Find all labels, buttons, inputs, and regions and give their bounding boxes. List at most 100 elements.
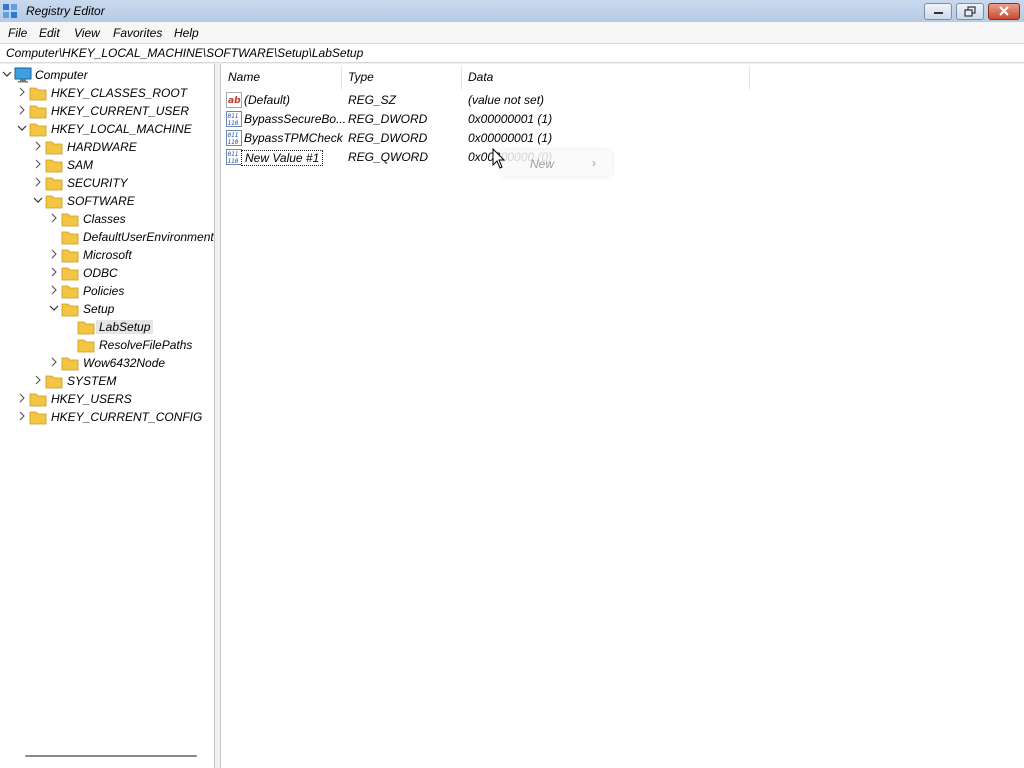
menu-help[interactable]: Help bbox=[174, 26, 199, 40]
tree-item-hkey-local-machine[interactable]: HKEY_LOCAL_MACHINE bbox=[0, 120, 210, 138]
svg-text:011: 011 bbox=[228, 113, 239, 120]
tree-item-hkey-current-config[interactable]: HKEY_CURRENT_CONFIG bbox=[0, 408, 210, 426]
value-row[interactable]: ab (Default) REG_SZ (value not set) bbox=[226, 91, 786, 110]
chevron-right-icon[interactable] bbox=[49, 267, 59, 277]
tree-item-setup[interactable]: Setup bbox=[0, 300, 214, 318]
menu-favorites[interactable]: Favorites bbox=[113, 26, 162, 40]
svg-text:110: 110 bbox=[228, 139, 239, 146]
chevron-right-icon[interactable] bbox=[33, 375, 43, 385]
chevron-right-icon[interactable] bbox=[33, 159, 43, 169]
tree-item-defaultuserenvironment[interactable]: DefaultUserEnvironment bbox=[0, 228, 214, 246]
chevron-right-icon[interactable] bbox=[33, 177, 43, 187]
chevron-right-icon[interactable] bbox=[49, 249, 59, 259]
column-header-data[interactable]: Data bbox=[468, 70, 493, 84]
value-data: (value not set) bbox=[468, 93, 545, 107]
menu-file[interactable]: File bbox=[8, 26, 27, 40]
chevron-right-icon[interactable] bbox=[33, 141, 43, 151]
chevron-right-icon[interactable] bbox=[49, 357, 59, 367]
value-row[interactable]: 011 110 BypassTPMCheck REG_DWORD 0x00000… bbox=[226, 129, 786, 148]
computer-icon bbox=[14, 67, 32, 83]
value-data: 0x00000001 (1) bbox=[468, 131, 553, 145]
window-title: Registry Editor bbox=[26, 4, 105, 18]
folder-open-icon bbox=[77, 321, 95, 335]
column-header-name[interactable]: Name bbox=[228, 70, 260, 84]
value-name: BypassTPMCheck bbox=[244, 131, 343, 145]
folder-icon bbox=[61, 213, 79, 227]
chevron-down-icon[interactable] bbox=[33, 195, 43, 205]
value-data: 0x00000001 (1) bbox=[468, 112, 553, 126]
chevron-right-icon[interactable] bbox=[17, 87, 27, 97]
chevron-down-icon[interactable] bbox=[17, 123, 27, 133]
column-header-type[interactable]: Type bbox=[348, 70, 374, 84]
string-value-icon: ab bbox=[226, 92, 242, 108]
close-icon bbox=[999, 6, 1009, 16]
tree-label: SYSTEM bbox=[67, 374, 117, 388]
tree-item-sam[interactable]: SAM bbox=[0, 156, 210, 174]
folder-icon bbox=[45, 375, 63, 389]
tree-label: SAM bbox=[67, 158, 94, 172]
tree-label: HKEY_CURRENT_USER bbox=[51, 104, 190, 118]
folder-icon bbox=[29, 411, 47, 425]
menu-view[interactable]: View bbox=[74, 26, 100, 40]
folder-icon bbox=[29, 123, 47, 137]
folder-icon bbox=[61, 231, 79, 245]
tree-label: HKEY_CLASSES_ROOT bbox=[51, 86, 188, 100]
address-bar[interactable]: Computer\HKEY_LOCAL_MACHINE\SOFTWARE\Set… bbox=[0, 43, 1024, 63]
tree-item-hkey-classes-root[interactable]: HKEY_CLASSES_ROOT bbox=[0, 84, 210, 102]
tree-item-odbc[interactable]: ODBC bbox=[0, 264, 214, 282]
value-name-edit-input[interactable]: New Value #1 bbox=[241, 150, 324, 166]
key-tree[interactable]: Computer HKEY_CLASSES_ROOT HKEY_CURRENT_… bbox=[0, 64, 215, 768]
minimize-button[interactable] bbox=[924, 3, 952, 20]
value-type: REG_DWORD bbox=[348, 112, 428, 126]
context-menu-new[interactable]: New bbox=[530, 157, 554, 171]
column-separator[interactable] bbox=[341, 66, 342, 90]
tree-label: HKEY_USERS bbox=[51, 392, 132, 406]
restore-button[interactable] bbox=[956, 3, 984, 20]
chevron-right-icon[interactable] bbox=[17, 411, 27, 421]
value-name: (Default) bbox=[244, 93, 291, 107]
value-row[interactable]: 011 110 BypassSecureBo... REG_DWORD 0x00… bbox=[226, 110, 786, 129]
tree-item-wow6432node[interactable]: Wow6432Node bbox=[0, 354, 214, 372]
tree-item-classes[interactable]: Classes bbox=[0, 210, 214, 228]
svg-text:ab: ab bbox=[228, 96, 241, 106]
chevron-down-icon[interactable] bbox=[2, 69, 12, 79]
chevron-right-icon[interactable] bbox=[17, 105, 27, 115]
tree-item-hardware[interactable]: HARDWARE bbox=[0, 138, 210, 156]
folder-icon bbox=[77, 339, 95, 353]
menu-edit[interactable]: Edit bbox=[39, 26, 60, 40]
tree-label: Wow6432Node bbox=[83, 356, 166, 370]
context-menu: New › bbox=[500, 150, 612, 176]
tree-item-resolvefilepaths[interactable]: ResolveFilePaths bbox=[0, 336, 214, 354]
menu-bar: File Edit View Favorites Help bbox=[0, 22, 1024, 43]
svg-text:011: 011 bbox=[228, 132, 239, 139]
tree-item-labsetup[interactable]: LabSetup bbox=[0, 318, 214, 336]
tree-horizontal-scrollbar[interactable] bbox=[25, 755, 197, 757]
value-type: REG_SZ bbox=[348, 93, 397, 107]
tree-item-computer[interactable]: Computer bbox=[0, 66, 210, 84]
chevron-right-icon[interactable] bbox=[49, 285, 59, 295]
title-bar: Registry Editor bbox=[0, 0, 1024, 22]
tree-item-microsoft[interactable]: Microsoft bbox=[0, 246, 214, 264]
tree-item-security[interactable]: SECURITY bbox=[0, 174, 210, 192]
column-separator[interactable] bbox=[749, 66, 750, 90]
values-list[interactable] bbox=[220, 64, 1024, 768]
tree-item-hkey-users[interactable]: HKEY_USERS bbox=[0, 390, 210, 408]
address-path: Computer\HKEY_LOCAL_MACHINE\SOFTWARE\Set… bbox=[6, 46, 364, 60]
chevron-right-icon[interactable] bbox=[17, 393, 27, 403]
tree-label: Classes bbox=[83, 212, 126, 226]
chevron-down-icon[interactable] bbox=[49, 303, 59, 313]
folder-icon bbox=[29, 87, 47, 101]
folder-icon bbox=[45, 141, 63, 155]
restore-icon bbox=[964, 6, 976, 17]
tree-item-policies[interactable]: Policies bbox=[0, 282, 214, 300]
tree-label: Microsoft bbox=[83, 248, 132, 262]
tree-label: Computer bbox=[35, 68, 88, 82]
tree-item-software[interactable]: SOFTWARE bbox=[0, 192, 210, 210]
chevron-right-icon[interactable] bbox=[49, 213, 59, 223]
submenu-arrow-icon: › bbox=[592, 156, 596, 170]
close-button[interactable] bbox=[988, 3, 1020, 20]
column-separator[interactable] bbox=[461, 66, 462, 90]
tree-item-hkey-current-user[interactable]: HKEY_CURRENT_USER bbox=[0, 102, 210, 120]
tree-item-system[interactable]: SYSTEM bbox=[0, 372, 210, 390]
binary-value-icon: 011 110 bbox=[226, 149, 242, 165]
